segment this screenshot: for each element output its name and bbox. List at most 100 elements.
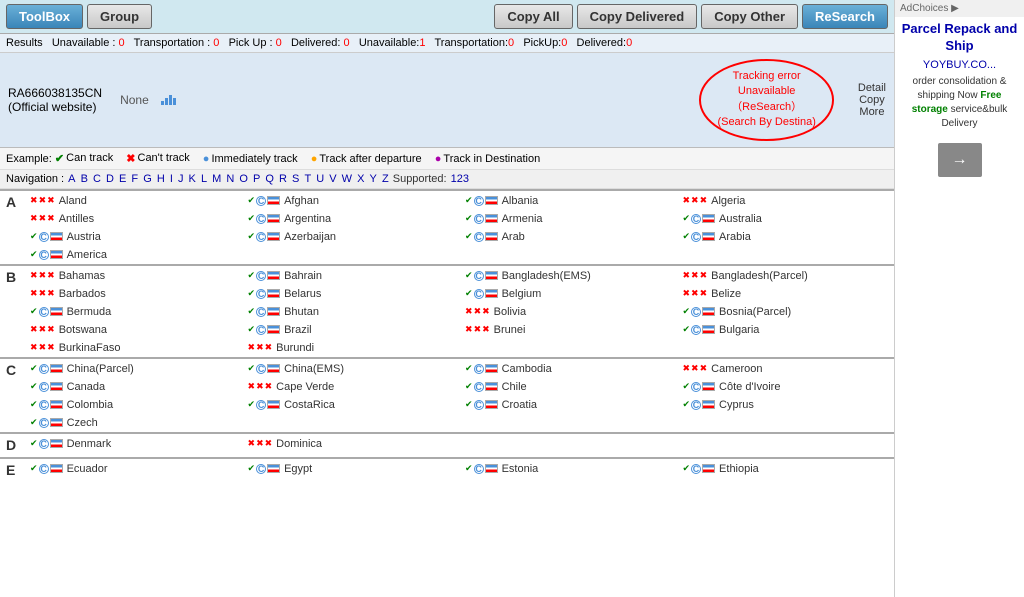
country-name[interactable]: China(EMS) — [284, 363, 344, 375]
nav-letter-z[interactable]: Z — [382, 173, 389, 185]
country-name[interactable]: Cape Verde — [276, 381, 334, 393]
country-name[interactable]: Brazil — [284, 324, 312, 336]
country-name[interactable]: Bosnia(Parcel) — [719, 306, 791, 318]
company-name[interactable]: YOYBUY.CO... — [895, 59, 1024, 71]
country-name[interactable]: Brunei — [494, 324, 526, 336]
country-name[interactable]: Albania — [502, 195, 539, 207]
nav-letter-q[interactable]: Q — [265, 173, 274, 185]
nav-letter-p[interactable]: P — [253, 173, 260, 185]
supported-link[interactable]: 123 — [451, 173, 469, 185]
country-name[interactable]: Bermuda — [67, 306, 112, 318]
country-name[interactable]: Ecuador — [67, 463, 108, 475]
nav-letter-d[interactable]: D — [106, 173, 114, 185]
copy-link[interactable]: Copy — [858, 94, 886, 106]
nav-letter-e[interactable]: E — [119, 173, 126, 185]
country-name[interactable]: Cameroon — [711, 363, 762, 375]
country-name[interactable]: CostaRica — [284, 399, 335, 411]
country-table: A✖✖✖Aland✔CAfghan✔CAlbania✖✖✖Algeria✖✖✖A… — [0, 189, 894, 482]
country-name[interactable]: Antilles — [59, 213, 94, 225]
country-name[interactable]: Bahamas — [59, 270, 105, 282]
nav-letter-l[interactable]: L — [201, 173, 207, 185]
country-name[interactable]: Arabia — [719, 231, 751, 243]
country-cell: ✔CEgypt — [246, 462, 455, 476]
nav-letter-y[interactable]: Y — [370, 173, 377, 185]
country-name[interactable]: Dominica — [276, 438, 322, 450]
country-name[interactable]: Canada — [67, 381, 106, 393]
research-button[interactable]: ReSearch — [802, 4, 888, 29]
country-name[interactable]: America — [67, 249, 107, 261]
ad-choices[interactable]: AdChoices ▶ — [900, 3, 959, 14]
country-name[interactable]: Egypt — [284, 463, 312, 475]
error-line2: Unavailable — [717, 84, 815, 99]
country-name[interactable]: Bahrain — [284, 270, 322, 282]
country-name[interactable]: Belarus — [284, 288, 321, 300]
country-name[interactable]: Cambodia — [502, 363, 552, 375]
country-name[interactable]: Côte d'Ivoire — [719, 381, 780, 393]
country-name[interactable]: Barbados — [59, 288, 106, 300]
country-name[interactable]: Afghan — [284, 195, 319, 207]
country-name[interactable]: Belize — [711, 288, 741, 300]
country-name[interactable]: Austria — [67, 231, 101, 243]
country-cell: ✔CChile — [463, 380, 672, 394]
nav-letter-b[interactable]: B — [81, 173, 88, 185]
country-name[interactable]: Arab — [502, 231, 525, 243]
country-cell: ✔CBrazil — [246, 323, 455, 337]
nav-letter-t[interactable]: T — [304, 173, 311, 185]
nav-letter-v[interactable]: V — [329, 173, 336, 185]
country-name[interactable]: Estonia — [502, 463, 539, 475]
country-name[interactable]: Algeria — [711, 195, 745, 207]
country-name[interactable]: Armenia — [502, 213, 543, 225]
nav-letter-c[interactable]: C — [93, 173, 101, 185]
country-cell: ✔CAfghan — [246, 194, 455, 208]
table-row: ✖✖✖BurkinaFaso✖✖✖Burundi — [0, 339, 894, 358]
nav-letter-w[interactable]: W — [342, 173, 352, 185]
country-name[interactable]: Bhutan — [284, 306, 319, 318]
detail-link[interactable]: Detail — [858, 82, 886, 94]
bar-chart-icon — [161, 95, 176, 105]
country-name[interactable]: Denmark — [67, 438, 112, 450]
country-name[interactable]: Azerbaijan — [284, 231, 336, 243]
nav-letter-u[interactable]: U — [316, 173, 324, 185]
arrow-button[interactable]: → — [938, 143, 982, 177]
country-name[interactable]: Australia — [719, 213, 762, 225]
section-letter-A: A — [0, 190, 24, 265]
country-name[interactable]: China(Parcel) — [67, 363, 134, 375]
country-name[interactable]: Bolivia — [494, 306, 526, 318]
more-link[interactable]: More — [858, 106, 886, 118]
country-name[interactable]: Burundi — [276, 342, 314, 354]
country-name[interactable]: Bangladesh(Parcel) — [711, 270, 808, 282]
copy-all-button[interactable]: Copy All — [494, 4, 572, 29]
ad-title[interactable]: Parcel Repack and Ship — [895, 17, 1024, 59]
nav-letter-x[interactable]: X — [357, 173, 364, 185]
copy-other-button[interactable]: Copy Other — [701, 4, 798, 29]
country-name[interactable]: Bangladesh(EMS) — [502, 270, 591, 282]
copy-delivered-button[interactable]: Copy Delivered — [577, 4, 698, 29]
country-name[interactable]: Croatia — [502, 399, 537, 411]
nav-letter-i[interactable]: I — [170, 173, 173, 185]
nav-letter-r[interactable]: R — [279, 173, 287, 185]
country-name[interactable]: Argentina — [284, 213, 331, 225]
nav-letter-g[interactable]: G — [143, 173, 152, 185]
nav-letter-n[interactable]: N — [226, 173, 234, 185]
toolbox-button[interactable]: ToolBox — [6, 4, 83, 29]
nav-letter-f[interactable]: F — [131, 173, 138, 185]
nav-letter-j[interactable]: J — [178, 173, 184, 185]
country-name[interactable]: Czech — [67, 417, 98, 429]
country-name[interactable]: Cyprus — [719, 399, 754, 411]
nav-letter-h[interactable]: H — [157, 173, 165, 185]
country-name[interactable]: Ethiopia — [719, 463, 759, 475]
nav-letter-k[interactable]: K — [189, 173, 196, 185]
country-name[interactable]: BurkinaFaso — [59, 342, 121, 354]
country-name[interactable]: Chile — [502, 381, 527, 393]
country-name[interactable]: Bulgaria — [719, 324, 759, 336]
country-name[interactable]: Aland — [59, 195, 87, 207]
country-name[interactable]: Belgium — [502, 288, 542, 300]
nav-letter-a[interactable]: A — [68, 173, 75, 185]
group-button[interactable]: Group — [87, 4, 152, 29]
country-name[interactable]: Colombia — [67, 399, 113, 411]
country-name[interactable]: Botswana — [59, 324, 107, 336]
nav-letter-o[interactable]: O — [239, 173, 248, 185]
nav-letter-m[interactable]: M — [212, 173, 221, 185]
tracking-none: None — [120, 93, 149, 107]
nav-letter-s[interactable]: S — [292, 173, 299, 185]
